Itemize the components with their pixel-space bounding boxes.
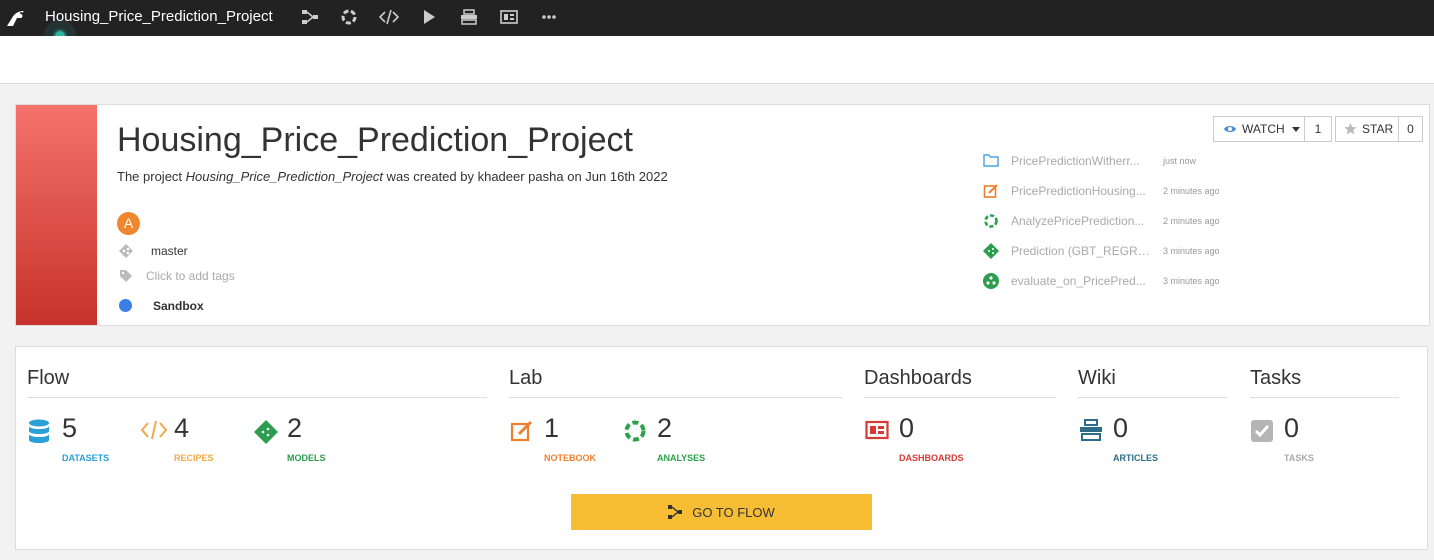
more-icon[interactable]	[537, 6, 561, 28]
models-label: MODELS	[287, 453, 326, 463]
run-icon[interactable]	[417, 6, 441, 28]
watch-count[interactable]: 1	[1305, 116, 1332, 142]
flow-icon	[668, 505, 683, 519]
section-title-tasks[interactable]: Tasks	[1250, 367, 1301, 390]
star-count[interactable]: 0	[1399, 116, 1423, 142]
notebook-icon	[983, 183, 999, 199]
analysis-icon	[623, 419, 647, 443]
activity-item-name[interactable]: PricePredictionHousing...	[1011, 184, 1153, 198]
tag-icon	[119, 269, 133, 283]
go-to-flow-label: GO TO FLOW	[692, 504, 775, 520]
evaluate-icon	[983, 273, 999, 289]
star-label: STAR	[1362, 122, 1394, 136]
bird-logo-icon[interactable]	[4, 6, 28, 30]
activity-item-name[interactable]: AnalyzePricePrediction...	[1011, 214, 1153, 228]
folder-icon	[983, 153, 999, 169]
star-button[interactable]: STAR	[1335, 116, 1399, 142]
activity-item-time: 2 minutes ago	[1163, 186, 1220, 196]
watch-button[interactable]: WATCH	[1213, 116, 1305, 142]
activity-item[interactable]: AnalyzePricePrediction... 2 minutes ago	[983, 211, 1243, 231]
model-icon	[253, 419, 278, 444]
project-color-stripe	[16, 105, 97, 325]
go-to-flow-button[interactable]: GO TO FLOW	[571, 494, 872, 530]
code-icon[interactable]	[377, 6, 401, 28]
recipes-count: 4	[174, 413, 190, 443]
activity-item-name[interactable]: evaluate_on_PricePred...	[1011, 274, 1153, 288]
project-header-card: Housing_Price_Prediction_Project The pro…	[15, 104, 1430, 326]
models-count: 2	[287, 413, 303, 443]
branch-name: master	[151, 244, 188, 258]
lab-icon[interactable]	[337, 6, 361, 28]
section-divider	[1250, 397, 1399, 398]
section-divider	[864, 397, 1056, 398]
flow-icon[interactable]	[298, 6, 322, 28]
activity-item-name[interactable]: Prediction (GBT_REGRE...	[1011, 244, 1153, 258]
social-buttons: WATCH 1 STAR 0	[1213, 116, 1423, 142]
activity-item-time: 3 minutes ago	[1163, 246, 1220, 256]
project-title-link[interactable]: Housing_Price_Prediction_Project	[45, 8, 273, 26]
analysis-icon	[983, 213, 999, 229]
section-title-dashboards[interactable]: Dashboards	[864, 367, 972, 390]
datasets-label: DATASETS	[62, 453, 110, 463]
activity-item-time: 2 minutes ago	[1163, 216, 1220, 226]
watch-label: WATCH	[1242, 122, 1285, 136]
articles-count: 0	[1113, 413, 1129, 443]
star-icon	[1344, 123, 1357, 135]
dashboard-icon	[865, 419, 889, 443]
sandbox-label: Sandbox	[153, 299, 204, 313]
dashboard-icon[interactable]	[497, 6, 521, 28]
notebook-count: 1	[544, 413, 560, 443]
activity-item[interactable]: PricePredictionWitherr... just now	[983, 151, 1243, 171]
activity-item-name[interactable]: PricePredictionWitherr...	[1011, 154, 1153, 168]
page-title: Housing_Price_Prediction_Project	[117, 121, 633, 159]
project-summary-card: Flow 5 DATASETS 4 RECIPES 2 MODELS Lab 1…	[15, 346, 1428, 550]
tasks-count: 0	[1284, 413, 1300, 443]
database-icon	[28, 419, 52, 443]
project-description: The project Housing_Price_Prediction_Pro…	[117, 169, 668, 184]
top-navigation-bar: Housing_Price_Prediction_Project	[0, 0, 1434, 36]
activity-item-time: 3 minutes ago	[1163, 276, 1220, 286]
wiki-articles-icon	[1079, 419, 1103, 443]
activity-item[interactable]: Prediction (GBT_REGRE... 3 minutes ago	[983, 241, 1243, 261]
dashboards-count: 0	[899, 413, 915, 443]
avatar[interactable]: A	[117, 212, 140, 235]
tasks-label: TASKS	[1284, 453, 1314, 463]
activity-item[interactable]: PricePredictionHousing... 2 minutes ago	[983, 181, 1243, 201]
checkbox-icon	[1250, 419, 1274, 443]
add-tags-link[interactable]: Click to add tags	[146, 269, 235, 283]
section-divider	[27, 397, 487, 398]
datasets-count: 5	[62, 413, 78, 443]
analyses-label: ANALYSES	[657, 453, 706, 463]
activity-item[interactable]: evaluate_on_PricePred... 3 minutes ago	[983, 271, 1243, 291]
notebook-icon	[510, 419, 534, 443]
code-recipe-icon	[140, 419, 168, 443]
chevron-down-icon	[1291, 126, 1300, 132]
articles-label: ARTICLES	[1113, 453, 1158, 463]
section-title-wiki[interactable]: Wiki	[1078, 367, 1116, 390]
section-title-flow[interactable]: Flow	[27, 367, 69, 390]
wiki-icon[interactable]	[457, 6, 481, 28]
secondary-bar	[0, 36, 1434, 84]
recipes-label: RECIPES	[174, 453, 214, 463]
section-title-lab[interactable]: Lab	[509, 367, 542, 390]
git-branch-icon	[119, 244, 133, 258]
analyses-count: 2	[657, 413, 673, 443]
section-divider	[509, 397, 842, 398]
sandbox-status-dot-icon	[119, 299, 132, 312]
section-divider	[1078, 397, 1227, 398]
eye-icon	[1224, 126, 1236, 132]
activity-item-time: just now	[1163, 156, 1197, 166]
dashboards-label: DASHBOARDS	[899, 453, 964, 463]
model-icon	[983, 243, 999, 259]
notebook-label: NOTEBOOK	[544, 453, 597, 463]
